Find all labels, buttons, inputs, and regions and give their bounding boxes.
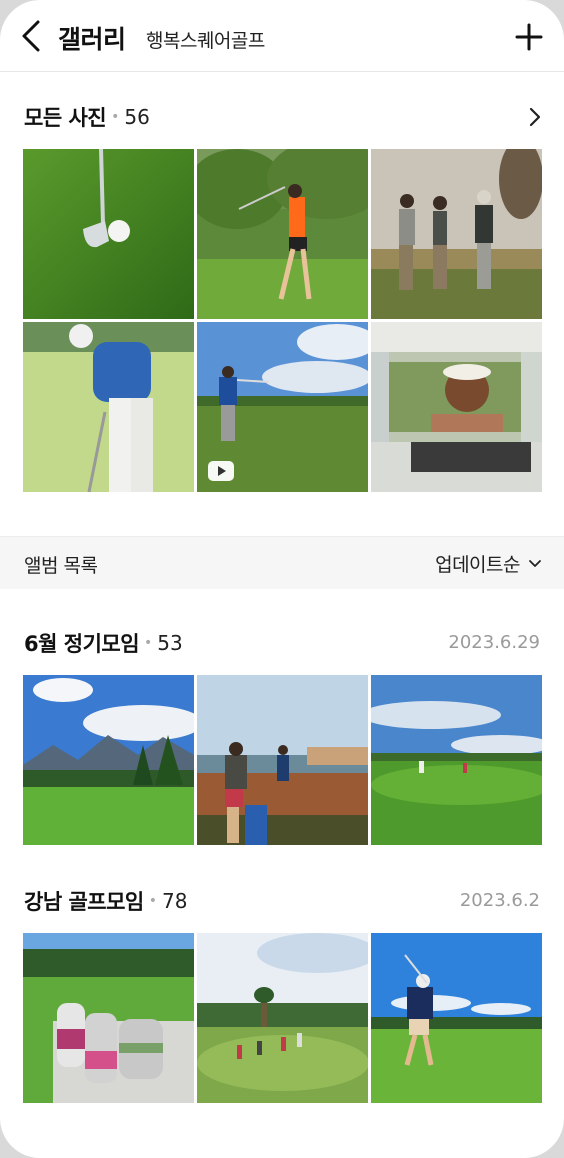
- woman-swinging-photo: [197, 149, 368, 319]
- album-count: 78: [162, 889, 188, 913]
- separator-dot: •: [111, 109, 120, 125]
- golf-club-ball-photo: [23, 149, 194, 319]
- album-title: 강남 골프모임: [24, 890, 144, 914]
- photo-thumbnail[interactable]: [371, 933, 542, 1103]
- photo-thumbnail[interactable]: [197, 675, 368, 845]
- sort-dropdown[interactable]: 업데이트순: [435, 550, 542, 577]
- woman-golf-cart-photo: [371, 322, 542, 492]
- man-finish-swing-photo: [371, 933, 542, 1103]
- photo-thumbnail[interactable]: [371, 149, 542, 319]
- plus-icon: [515, 23, 543, 51]
- woman-putting-photo: [23, 322, 194, 492]
- photo-thumbnail[interactable]: [371, 322, 542, 492]
- app-header: 갤러리 행복스퀘어골프: [0, 0, 564, 72]
- album-header[interactable]: 강남 골프모임 • 78 2023.6.2: [24, 886, 540, 916]
- group-putting-green-photo: [197, 933, 368, 1103]
- photo-thumbnail[interactable]: [23, 149, 194, 319]
- back-button[interactable]: [18, 18, 44, 54]
- golf-bags-photo: [23, 933, 194, 1103]
- all-photos-grid: [23, 149, 542, 492]
- album-list-label: 앨범 목록: [24, 555, 98, 577]
- chevron-down-icon: [529, 559, 541, 567]
- album-date: 2023.6.2: [459, 890, 540, 911]
- all-photos-title: 모든 사진: [24, 106, 107, 130]
- separator-dot: •: [144, 635, 153, 651]
- gallery-screen: 갤러리 행복스퀘어골프 모든 사진 • 56 앨범 목록 업데이트순 6월 정기…: [0, 0, 564, 1158]
- all-photos-header[interactable]: 모든 사진 • 56: [24, 102, 542, 132]
- mountain-course-photo: [23, 675, 194, 845]
- album-header[interactable]: 6월 정기모임 • 53 2023.6.29: [24, 628, 540, 658]
- men-group-photo: [371, 149, 542, 319]
- add-button[interactable]: [514, 22, 544, 52]
- men-coastal-course-photo: [197, 675, 368, 845]
- photo-thumbnail[interactable]: [197, 149, 368, 319]
- photo-thumbnail[interactable]: [23, 933, 194, 1103]
- chevron-right-icon[interactable]: [528, 106, 542, 128]
- album-photos-grid: [23, 933, 542, 1103]
- album-photos-grid: [23, 675, 542, 845]
- album-date: 2023.6.29: [448, 632, 540, 653]
- all-photos-count: 56: [124, 105, 150, 129]
- page-title: 갤러리: [58, 25, 126, 54]
- album-count: 53: [157, 631, 183, 655]
- course-wide-photo: [371, 675, 542, 845]
- album-title: 6월 정기모임: [24, 632, 140, 656]
- play-icon: [208, 461, 234, 481]
- group-name: 행복스퀘어골프: [146, 30, 265, 52]
- video-thumbnail[interactable]: [197, 322, 368, 492]
- photo-thumbnail[interactable]: [23, 675, 194, 845]
- album-list-bar: 앨범 목록 업데이트순: [0, 536, 564, 589]
- photo-thumbnail[interactable]: [197, 933, 368, 1103]
- photo-thumbnail[interactable]: [371, 675, 542, 845]
- chevron-left-icon: [22, 20, 40, 52]
- sort-label: 업데이트순: [435, 554, 520, 576]
- separator-dot: •: [148, 893, 157, 909]
- photo-thumbnail[interactable]: [23, 322, 194, 492]
